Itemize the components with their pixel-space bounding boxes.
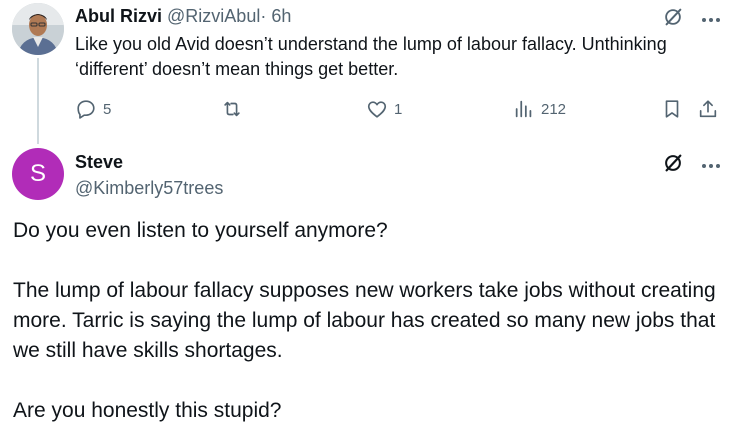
- reply-text: Like you old Avid doesn’t understand the…: [75, 34, 667, 79]
- share-icon: [699, 100, 717, 118]
- reply-count: 5: [103, 100, 112, 118]
- bookmark-icon: [665, 100, 679, 118]
- reply-button[interactable]: 5: [75, 97, 111, 121]
- timestamp[interactable]: 6h: [271, 6, 291, 26]
- reply-top-actions: [662, 6, 720, 33]
- like-button[interactable]: 1: [366, 97, 402, 121]
- retweet-icon: [224, 101, 240, 117]
- thread-connector-line: [37, 58, 39, 144]
- views-count: 212: [541, 100, 567, 118]
- grok-icon[interactable]: [662, 152, 684, 179]
- views-button[interactable]: 212: [513, 97, 566, 121]
- post-paragraph: Do you even listen to yourself anymore?: [13, 219, 388, 242]
- avatar-letter: S: [29, 160, 46, 187]
- profile-photo: [12, 3, 64, 55]
- author-handle[interactable]: @Kimberly57trees: [75, 176, 223, 200]
- retweet-button[interactable]: [220, 97, 250, 121]
- share-button[interactable]: [697, 97, 719, 121]
- post-paragraph: The lump of labour fallacy supposes new …: [13, 279, 716, 362]
- views-icon: [515, 100, 532, 118]
- post-paragraph: Are you honestly this stupid?: [13, 399, 282, 422]
- grok-icon[interactable]: [662, 6, 684, 33]
- reply-action-bar: 5 1 212: [75, 97, 723, 121]
- like-count: 1: [394, 100, 403, 118]
- bookmark-button[interactable]: [661, 97, 683, 121]
- reply-icon: [77, 100, 95, 119]
- author-name[interactable]: Steve: [75, 151, 223, 173]
- author-handle[interactable]: @RizviAbul: [167, 6, 260, 26]
- reply-header: Abul Rizvi @RizviAbul· 6h: [75, 5, 291, 27]
- author-name[interactable]: Abul Rizvi: [75, 6, 162, 26]
- post-text: Do you even listen to yourself anymore? …: [13, 216, 723, 426]
- avatar-steve[interactable]: S: [12, 148, 64, 200]
- like-icon: [367, 101, 387, 118]
- avatar-abul-rizvi[interactable]: [12, 3, 64, 55]
- more-icon[interactable]: [702, 17, 720, 22]
- separator-dot: ·: [260, 6, 267, 26]
- post-top-actions: [662, 152, 720, 179]
- more-icon[interactable]: [702, 163, 720, 168]
- post-header: Steve @Kimberly57trees: [75, 151, 223, 200]
